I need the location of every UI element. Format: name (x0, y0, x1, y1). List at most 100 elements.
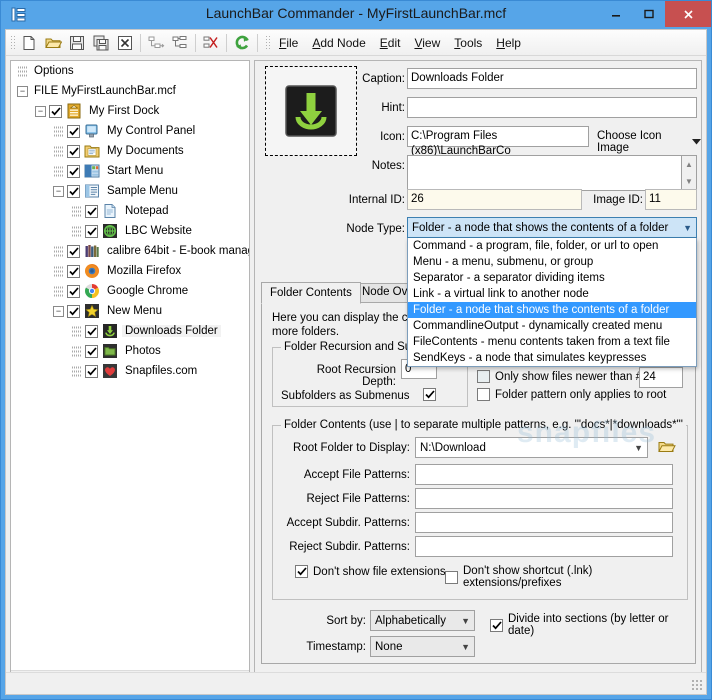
close-button[interactable] (665, 1, 711, 27)
toolbar-grip[interactable] (10, 34, 15, 51)
menu-file[interactable]: File (272, 33, 305, 53)
choose-icon-image-button[interactable]: Choose Icon Image (597, 130, 701, 154)
node-type-label: Node Type: (346, 223, 405, 235)
star-icon (84, 303, 100, 319)
icon-path-input[interactable]: C:\Program Files (x86)\LaunchBarCo (407, 126, 589, 157)
tree-node-checkbox[interactable] (85, 364, 98, 378)
notes-scroll-down-icon[interactable]: ▼ (682, 173, 696, 190)
notes-scroll-up-icon[interactable]: ▲ (682, 156, 696, 173)
tree-node-my-documents[interactable]: My Documents (11, 141, 249, 161)
only-show-newer-hours-input[interactable]: 24 (639, 367, 683, 388)
node-type-option[interactable]: Command - a program, file, folder, or ur… (408, 238, 696, 254)
close-file-icon[interactable] (113, 32, 137, 54)
tree-node-snapfiles-com[interactable]: Snapfiles.com (11, 361, 249, 381)
open-folder-icon (658, 441, 676, 452)
resize-grip[interactable] (691, 679, 703, 691)
node-type-option[interactable]: Link - a virtual link to another node (408, 286, 696, 302)
subfolders-as-submenus-checkbox[interactable] (423, 388, 441, 401)
add-child-node-icon[interactable] (168, 32, 192, 54)
add-node-icon[interactable] (144, 32, 168, 54)
tree-expander-collapse-icon[interactable]: − (53, 305, 64, 317)
sort-by-combo[interactable]: Alphabetically ▼ (370, 610, 475, 631)
notes-scrollbar[interactable]: ▲ ▼ (682, 155, 697, 191)
folder-pattern-root-checkbox[interactable]: Folder pattern only applies to root (477, 388, 666, 401)
tree-node-mozilla-firefox[interactable]: Mozilla Firefox (11, 261, 249, 281)
icon-preview-dropzone[interactable] (265, 66, 357, 156)
tree-node-options[interactable]: Options (11, 61, 249, 81)
hint-input[interactable] (407, 97, 697, 118)
tree-connector-dots (53, 285, 64, 297)
node-type-combo[interactable]: Folder - a node that shows the contents … (407, 217, 697, 238)
tree-node-downloads-folder[interactable]: Downloads Folder (11, 321, 249, 341)
tree-node-lbc-website[interactable]: LBC Website (11, 221, 249, 241)
tree-node-sample-menu[interactable]: − Sample Menu (11, 181, 249, 201)
menubar-grip[interactable] (265, 34, 270, 51)
controlpanel-icon (84, 123, 100, 139)
node-type-option[interactable]: FileContents - menu contents taken from … (408, 334, 696, 350)
menu-edit[interactable]: Edit (373, 33, 408, 53)
tree-node-my-first-dock[interactable]: − My First Dock (11, 101, 249, 121)
node-type-option[interactable]: Menu - a menu, submenu, or group (408, 254, 696, 270)
tree-node-new-menu[interactable]: − New Menu (11, 301, 249, 321)
node-tree[interactable]: Options − FILE MyFirstLaunchBar.mcf − My Fir… (11, 61, 249, 670)
accept-subdir-patterns-input[interactable] (415, 512, 673, 533)
tree-node-checkbox[interactable] (67, 164, 80, 178)
tree-node-checkbox[interactable] (67, 144, 80, 158)
tree-node-checkbox[interactable] (67, 244, 80, 258)
node-type-option[interactable]: CommandlineOutput - dynamically created … (408, 318, 696, 334)
minimize-button[interactable] (599, 1, 632, 27)
maximize-button[interactable] (632, 1, 665, 27)
tree-node-google-chrome[interactable]: Google Chrome (11, 281, 249, 301)
caption-input[interactable]: Downloads Folder (407, 68, 697, 89)
menu-view[interactable]: View (407, 33, 447, 53)
reject-file-patterns-input[interactable] (415, 488, 673, 509)
tree-node-photos[interactable]: Photos (11, 341, 249, 361)
calibre-icon (84, 243, 100, 259)
tree-node-file-myfirstlaunchbar-mcf[interactable]: − FILE MyFirstLaunchBar.mcf (11, 81, 249, 101)
notes-textarea[interactable] (407, 155, 682, 191)
tree-node-start-menu[interactable]: Start Menu (11, 161, 249, 181)
tree-node-checkbox[interactable] (67, 304, 80, 318)
tree-node-checkbox[interactable] (49, 104, 62, 118)
tab-folder-contents[interactable]: Folder Contents (261, 282, 361, 304)
node-type-option[interactable]: SendKeys - a node that simulates keypres… (408, 350, 696, 366)
tree-node-label: calibre 64bit - E-book management (107, 245, 249, 257)
open-folder-icon[interactable] (41, 32, 65, 54)
dont-show-file-extensions-checkbox[interactable]: Don't show file extensions (295, 565, 446, 578)
save-all-icon[interactable] (89, 32, 113, 54)
node-type-dropdown-list[interactable]: Command - a program, file, folder, or ur… (407, 238, 697, 367)
node-type-option[interactable]: Separator - a separator dividing items (408, 270, 696, 286)
tree-node-checkbox[interactable] (67, 184, 80, 198)
tree-node-checkbox[interactable] (67, 264, 80, 278)
browse-folder-button[interactable] (657, 437, 677, 455)
node-type-option[interactable]: Folder - a node that shows the contents … (408, 302, 696, 318)
menu-tools[interactable]: Tools (447, 33, 489, 53)
tree-node-my-control-panel[interactable]: My Control Panel (11, 121, 249, 141)
tree-expander-collapse-icon[interactable]: − (53, 185, 64, 197)
save-icon[interactable] (65, 32, 89, 54)
reject-subdir-patterns-input[interactable] (415, 536, 673, 557)
timestamp-combo[interactable]: None ▼ (370, 636, 475, 657)
menu-add-node[interactable]: Add Node (305, 33, 372, 53)
node-tree-panel[interactable]: Options − FILE MyFirstLaunchBar.mcf − My Fir… (10, 60, 250, 688)
tree-node-checkbox[interactable] (85, 324, 98, 338)
tree-node-calibre-64bit-e-book-management[interactable]: calibre 64bit - E-book management (11, 241, 249, 261)
new-file-icon[interactable] (17, 32, 41, 54)
tree-node-label: Options (34, 65, 74, 77)
tree-expander-collapse-icon[interactable]: − (17, 85, 28, 97)
root-folder-combo[interactable]: N:\Download ▼ (415, 437, 648, 458)
dont-show-shortcut-ext-checkbox[interactable]: Don't show shortcut (.lnk) extensions/pr… (445, 565, 687, 589)
tree-expander-collapse-icon[interactable]: − (35, 105, 46, 117)
tree-node-checkbox[interactable] (85, 344, 98, 358)
accept-file-patterns-input[interactable] (415, 464, 673, 485)
tree-node-checkbox[interactable] (85, 204, 98, 218)
divide-sections-checkbox[interactable]: Divide into sections (by letter or date) (490, 613, 695, 637)
tree-node-notepad[interactable]: Notepad (11, 201, 249, 221)
tree-node-checkbox[interactable] (67, 284, 80, 298)
tree-node-checkbox[interactable] (85, 224, 98, 238)
delete-node-icon[interactable] (199, 32, 223, 54)
tree-connector-dots (71, 325, 82, 337)
tree-node-checkbox[interactable] (67, 124, 80, 138)
menu-help[interactable]: Help (489, 33, 528, 53)
refresh-icon[interactable] (230, 32, 254, 54)
